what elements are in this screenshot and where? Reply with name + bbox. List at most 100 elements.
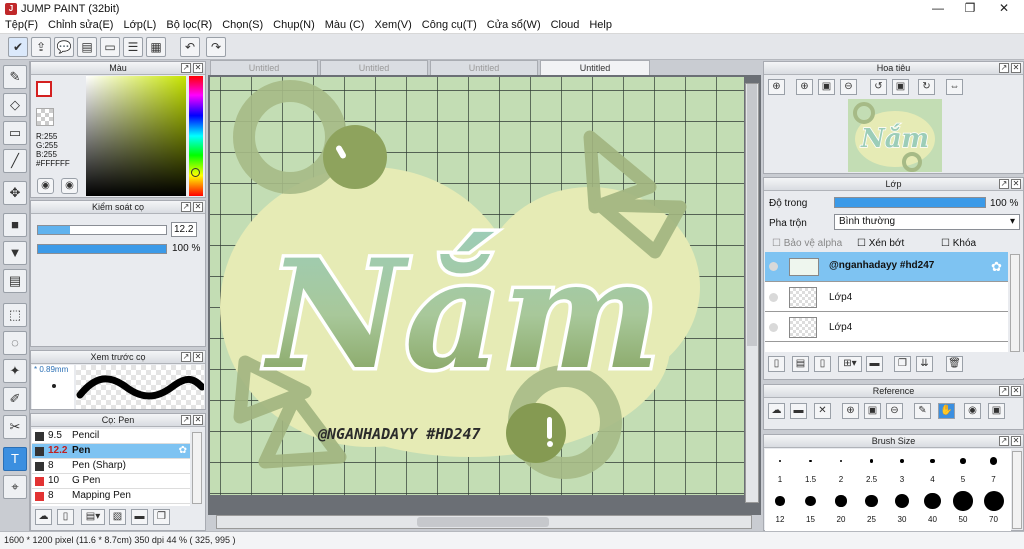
brush-settings-icon[interactable]: ✿ [179, 444, 187, 458]
brush-menu-icon[interactable]: ▤▾ [81, 509, 105, 525]
fit-icon[interactable]: ▣ [818, 79, 835, 95]
reference-rotate-icon[interactable]: ◉ [964, 403, 981, 419]
menu-tools[interactable]: Công cụ(T) [417, 17, 482, 34]
brush-size-cell[interactable]: 25 [857, 489, 887, 529]
navigator-thumbnail[interactable]: Nắm [848, 99, 942, 172]
reference-settings-icon[interactable]: ▣ [988, 403, 1005, 419]
brush-tool-icon[interactable]: ✎ [3, 65, 27, 89]
tab-untitled-2[interactable]: Untitled [320, 60, 428, 76]
comment-icon[interactable]: 💬 [54, 37, 74, 57]
layer-visibility-icon[interactable] [769, 293, 778, 302]
bucket-tool-icon[interactable]: ▼ [3, 241, 27, 265]
maximize-button[interactable]: ❐ [954, 0, 986, 17]
menu-layer[interactable]: Lớp(L) [118, 17, 161, 34]
grid-icon[interactable]: ▦ [146, 37, 166, 57]
protect-alpha-checkbox[interactable]: ☐ Bảo vệ alpha [772, 238, 842, 249]
reference-fit-icon[interactable]: ▣ [864, 403, 881, 419]
transparent-swatch[interactable] [36, 108, 54, 126]
lock-checkbox[interactable]: ☐ Khóa [941, 238, 976, 249]
delete-layer-icon[interactable]: 🗑 [946, 356, 963, 372]
brush-size-cell[interactable]: 30 [887, 489, 917, 529]
layer-row-4b[interactable]: Lớp4 [765, 313, 1008, 342]
flip-icon[interactable]: ⇔ [946, 79, 963, 95]
hue-handle[interactable] [191, 168, 200, 177]
brush-item[interactable]: 12.2 Pen ✿ [32, 444, 190, 459]
tab-untitled-3[interactable]: Untitled [430, 60, 538, 76]
brush-size-cell[interactable]: 20 [826, 489, 856, 529]
menu-file[interactable]: Tệp(F) [0, 17, 43, 34]
minimize-button[interactable]: — [922, 0, 954, 17]
new-layer-2-icon[interactable]: ▯ [814, 356, 831, 372]
eyedropper-tool-icon[interactable]: ⌖ [3, 475, 27, 499]
duplicate-layer-icon[interactable]: ❐ [894, 356, 911, 372]
clipping-checkbox[interactable]: ☐ Xén bớt [857, 238, 904, 249]
menu-edit[interactable]: Chỉnh sửa(E) [43, 17, 118, 34]
brush-opacity-slider[interactable] [37, 244, 167, 254]
brush-size-cell[interactable]: 2 [826, 449, 856, 489]
vertical-scrollbar[interactable] [745, 83, 759, 503]
layer-row-4a[interactable]: Lớp4 [765, 283, 1008, 312]
menu-cloud[interactable]: Cloud [546, 17, 585, 34]
tab-untitled-1[interactable]: Untitled [210, 60, 318, 76]
reference-open-icon[interactable]: ▬ [790, 403, 807, 419]
new-raster-icon[interactable]: ▤ [792, 356, 809, 372]
foreground-color-swatch[interactable] [36, 81, 52, 97]
brush-item[interactable]: 9.5 Pencil [32, 429, 190, 444]
layer-visibility-icon[interactable] [769, 262, 778, 271]
brush-size-cell[interactable]: 4 [918, 449, 948, 489]
reference-eyedropper-icon[interactable]: ✎ [914, 403, 931, 419]
palette-icon[interactable]: ◉ [37, 178, 54, 194]
rotate-left-icon[interactable]: ↺ [870, 79, 887, 95]
brush-size-cell[interactable]: 50 [948, 489, 978, 529]
close-button[interactable]: ✕ [988, 0, 1020, 17]
brush-size-cell[interactable]: 15 [796, 489, 826, 529]
zoom-in-2-icon[interactable]: ⊕ [796, 79, 813, 95]
menu-capture[interactable]: Chụp(N) [268, 17, 320, 34]
undo-icon[interactable]: ↶ [180, 37, 200, 57]
brush-duplicate-icon[interactable]: ❐ [153, 509, 170, 525]
brush-size-field[interactable]: 12.2 [171, 222, 197, 237]
menu-window[interactable]: Cửa sổ(W) [482, 17, 546, 34]
brush-item[interactable]: 8 Pen (Sharp) [32, 459, 190, 474]
brush-size-cell[interactable]: 1.5 [796, 449, 826, 489]
reference-zoom-out-icon[interactable]: ⊖ [886, 403, 903, 419]
brush-size-scrollbar[interactable] [1012, 451, 1022, 529]
new-layer-icon[interactable]: ▯ [768, 356, 785, 372]
menu-view[interactable]: Xem(V) [369, 17, 416, 34]
brush-item[interactable]: 8 Mapping Pen [32, 489, 190, 504]
reference-close-icon[interactable]: ✕ [814, 403, 831, 419]
blend-mode-select[interactable]: Bình thường ▾ [834, 214, 1020, 230]
tab-untitled-4[interactable]: Untitled [540, 60, 650, 76]
brush-list-scrollbar[interactable] [192, 432, 202, 504]
selection-tool-icon[interactable]: ▭ [3, 121, 27, 145]
layer-scrollbar[interactable] [1010, 254, 1020, 352]
brush-size-cell[interactable]: 7 [979, 449, 1009, 489]
layer-folder-icon[interactable]: ▬ [866, 356, 883, 372]
magic-wand-icon[interactable]: ✦ [3, 359, 27, 383]
merge-layer-icon[interactable]: ⇊ [916, 356, 933, 372]
brush-size-cell[interactable]: 10 [1009, 449, 1011, 489]
rotate-reset-icon[interactable]: ▣ [892, 79, 909, 95]
menu-select[interactable]: Chọn(S) [217, 17, 268, 34]
saturation-value-picker[interactable] [86, 76, 186, 196]
menu-color[interactable]: Màu (C) [320, 17, 370, 34]
lasso-icon[interactable]: ◌ [3, 331, 27, 355]
brush-size-slider[interactable] [37, 225, 167, 235]
brush-cloud-icon[interactable]: ☁ [35, 509, 52, 525]
gradient-tool-icon[interactable]: ▤ [3, 269, 27, 293]
document-icon[interactable]: ▭ [100, 37, 120, 57]
rect-select-icon[interactable]: ⬚ [3, 303, 27, 327]
brush-size-cell[interactable]: 5 [948, 449, 978, 489]
brush-copy-icon[interactable]: ▧ [109, 509, 126, 525]
layer-row-text[interactable]: @nganhadayy #hd247 ✿ [765, 252, 1008, 282]
add-layer-menu-icon[interactable]: ⊞▾ [838, 356, 862, 372]
brush-size-cell[interactable]: 12 [765, 489, 795, 529]
select-eraser-icon[interactable]: ✂ [3, 415, 27, 439]
rotate-right-icon[interactable]: ↻ [918, 79, 935, 95]
reference-cloud-icon[interactable]: ☁ [768, 403, 785, 419]
zoom-in-icon[interactable]: ⊕ [768, 79, 785, 95]
move-tool-icon[interactable]: ✥ [3, 181, 27, 205]
layer-settings-icon[interactable]: ✿ [991, 259, 1002, 275]
fill-rect-tool-icon[interactable]: ■ [3, 213, 27, 237]
redo-icon[interactable]: ↷ [206, 37, 226, 57]
